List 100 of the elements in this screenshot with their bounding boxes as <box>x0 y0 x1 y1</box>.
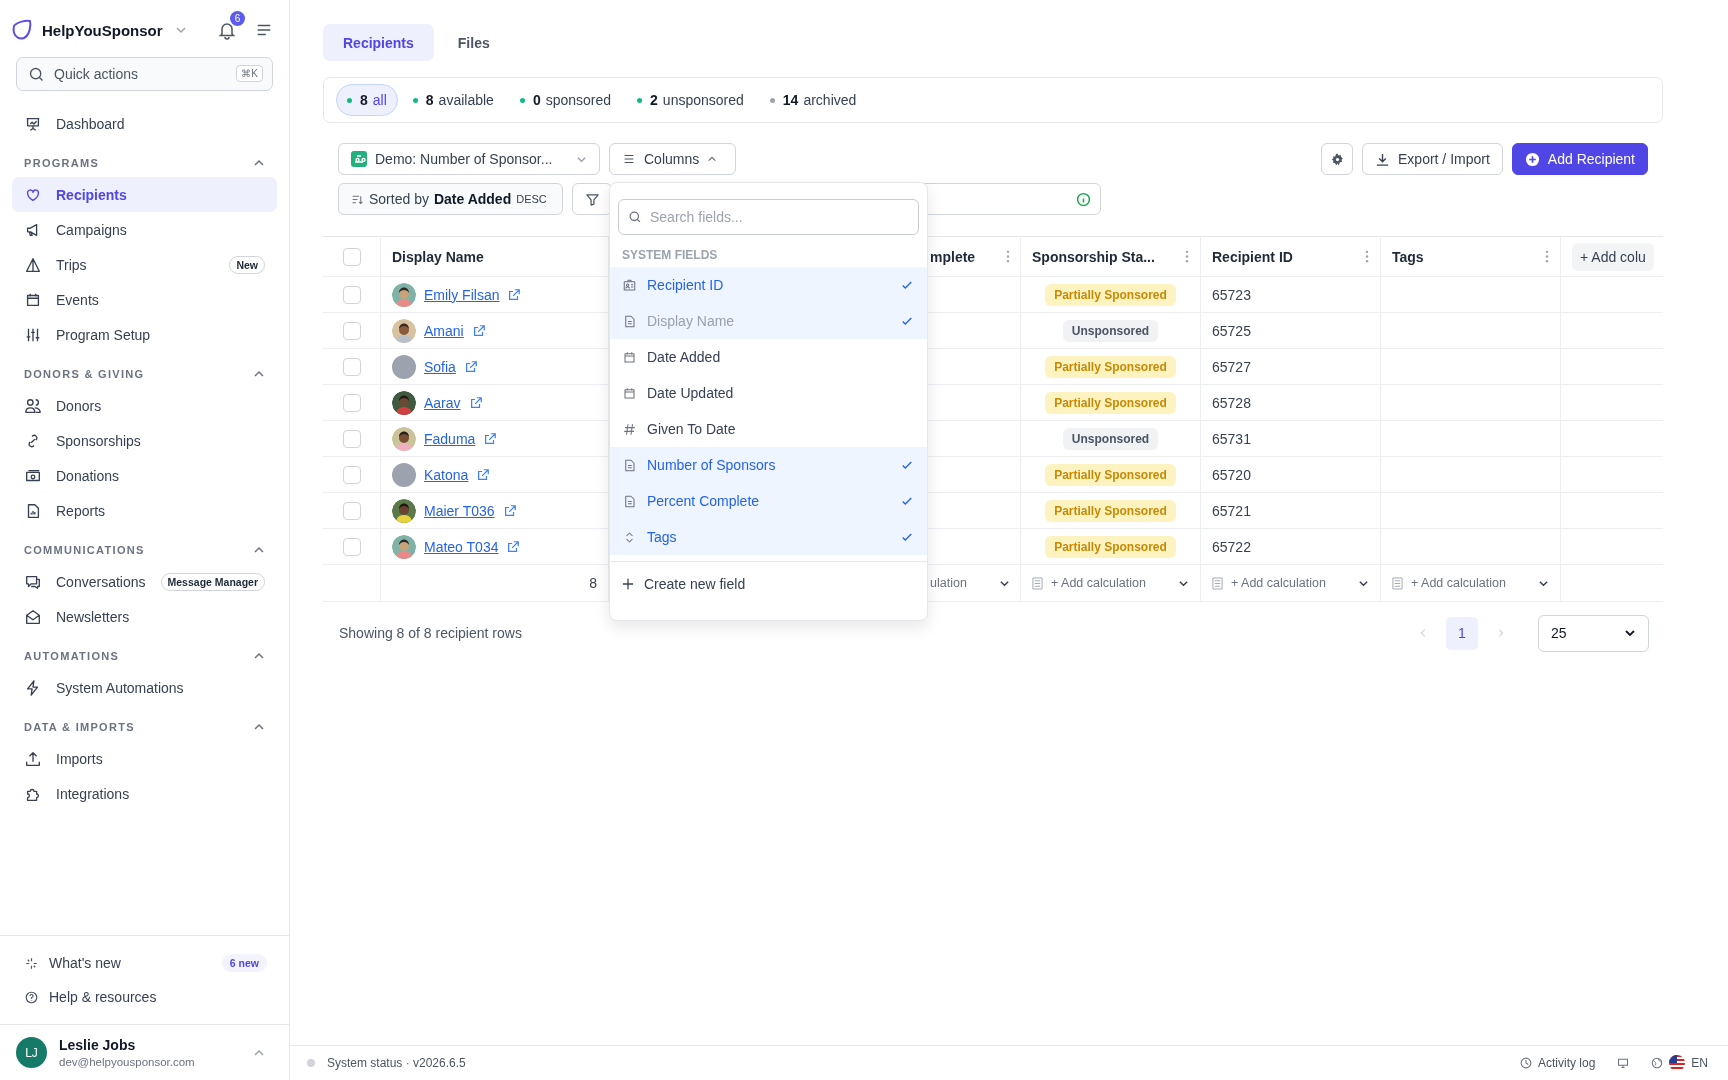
filter-chip[interactable]: 8 available <box>401 84 505 116</box>
status-badge: Unsponsored <box>1062 427 1159 450</box>
tab[interactable]: Recipients <box>323 24 434 61</box>
add-calculation-select[interactable]: + Add calculation <box>1231 576 1350 590</box>
row-checkbox[interactable] <box>342 393 361 412</box>
external-link-icon[interactable] <box>507 287 522 302</box>
field-option[interactable]: Given To Date <box>610 411 927 447</box>
row-checkbox[interactable] <box>342 285 361 304</box>
section-title: DONORS & GIVING <box>24 367 145 380</box>
table-cell: 65728 <box>1212 394 1251 411</box>
activity-log-link[interactable]: Activity log <box>1537 1056 1596 1070</box>
user-avatar[interactable]: LJ <box>16 1037 47 1068</box>
row-checkbox[interactable] <box>342 465 361 484</box>
export-import-button[interactable]: Export / Import <box>1362 143 1503 175</box>
sort-button[interactable]: Sorted by Date Added DESC <box>338 183 563 215</box>
monitor-icon[interactable] <box>1617 1057 1630 1069</box>
column-header[interactable]: Tags <box>1392 248 1424 265</box>
kebab-icon[interactable] <box>1545 250 1549 263</box>
nav-item[interactable]: Integrations <box>12 776 277 811</box>
settings-button[interactable] <box>1321 143 1353 175</box>
add-calculation-select[interactable]: + Add calculation <box>1411 576 1530 590</box>
external-link-icon[interactable] <box>502 503 517 518</box>
columns-button[interactable]: Columns <box>609 143 736 175</box>
recipient-link[interactable]: Sofia <box>424 358 456 375</box>
globe-icon[interactable] <box>1651 1057 1664 1069</box>
add-column-button[interactable]: + Add colu <box>1572 242 1654 271</box>
row-checkbox[interactable] <box>342 501 361 520</box>
recipient-link[interactable]: Amani <box>424 322 464 339</box>
field-option[interactable]: Percent Complete <box>610 483 927 519</box>
filter-chip[interactable]: 14 archived <box>758 84 868 116</box>
nav-item[interactable]: Campaigns <box>12 212 277 247</box>
filter-button[interactable] <box>572 183 612 215</box>
nav-item[interactable]: Program Setup <box>12 317 277 352</box>
column-header[interactable]: mplete <box>930 248 976 265</box>
chevron-icon <box>707 154 718 164</box>
column-header[interactable]: Display Name <box>392 248 484 265</box>
field-option[interactable]: Date Added <box>610 339 927 375</box>
recipient-link[interactable]: Katona <box>424 466 469 483</box>
plus-icon <box>622 578 634 590</box>
column-header[interactable]: Recipient ID <box>1212 248 1293 265</box>
section-title: AUTOMATIONS <box>24 649 120 662</box>
nav-item[interactable]: Donations <box>12 458 277 493</box>
nav-item[interactable]: Dashboard <box>12 106 277 141</box>
field-option[interactable]: Date Updated <box>610 375 927 411</box>
field-option[interactable]: Tags <box>610 519 927 555</box>
bell-icon[interactable] <box>217 20 237 40</box>
page-button[interactable]: 1 <box>1446 616 1478 650</box>
nav-item[interactable]: Sponsorships <box>12 423 277 458</box>
nav-item[interactable]: Trips New <box>12 247 277 282</box>
kebab-icon[interactable] <box>1185 250 1189 263</box>
select-all-checkbox[interactable] <box>342 247 361 266</box>
row-checkbox[interactable] <box>342 429 361 448</box>
document-icon <box>622 493 637 509</box>
footer-link[interactable]: What's new 6 new <box>24 946 267 980</box>
nav-item[interactable]: Imports <box>12 741 277 776</box>
sparkle-icon <box>24 955 39 971</box>
kebab-icon[interactable] <box>1006 250 1010 263</box>
column-header[interactable]: Sponsorship Sta... <box>1032 248 1155 265</box>
filter-chip[interactable]: 0 sponsored <box>508 84 623 116</box>
tab[interactable]: Files <box>437 24 510 61</box>
calculator-icon <box>1032 576 1043 590</box>
download-icon <box>1375 151 1390 167</box>
brand-name[interactable]: HelpYouSponsor <box>42 21 163 39</box>
recipient-link[interactable]: Emily Filsan <box>424 286 500 303</box>
footer-link[interactable]: Help & resources <box>24 980 267 1014</box>
nav-item[interactable]: Newsletters <box>12 599 277 634</box>
per-page-select[interactable]: 25 <box>1538 614 1649 652</box>
view-select[interactable]: Demo: Number of Sponsor... <box>338 143 600 175</box>
kebab-icon[interactable] <box>1365 250 1369 263</box>
add-calculation-select[interactable]: ulation <box>930 576 967 590</box>
create-field-button[interactable]: Create new field <box>610 566 927 602</box>
filter-chip[interactable]: 8 all <box>336 84 398 116</box>
nav-item[interactable]: Reports <box>12 493 277 528</box>
external-link-icon[interactable] <box>463 359 478 374</box>
search-fields-field[interactable]: Search fields... <box>618 199 919 235</box>
row-checkbox[interactable] <box>342 537 361 556</box>
external-link-icon[interactable] <box>476 467 491 482</box>
external-link-icon[interactable] <box>471 323 486 338</box>
nav-item[interactable]: Events <box>12 282 277 317</box>
nav-item[interactable]: System Automations <box>12 670 277 705</box>
field-option[interactable]: Number of Sponsors <box>610 447 927 483</box>
external-link-icon[interactable] <box>483 431 498 446</box>
nav-item[interactable]: Conversations Message Manager <box>12 564 277 599</box>
flag-icon[interactable] <box>1669 1055 1686 1071</box>
row-checkbox[interactable] <box>342 357 361 376</box>
row-checkbox[interactable] <box>342 321 361 340</box>
field-option[interactable]: Recipient ID <box>610 267 927 303</box>
filter-chip[interactable]: 2 unsponsored <box>626 84 755 116</box>
nav-item[interactable]: Recipients <box>12 177 277 212</box>
recipient-link[interactable]: Mateo T034 <box>424 538 499 555</box>
language-selector[interactable]: EN <box>1691 1056 1708 1070</box>
system-status[interactable]: System status · v2026.6.5 <box>327 1056 466 1070</box>
nav-item[interactable]: Donors <box>12 388 277 423</box>
recipient-link[interactable]: Faduma <box>424 430 476 447</box>
external-link-icon[interactable] <box>468 395 483 410</box>
recipient-link[interactable]: Maier T036 <box>424 502 495 519</box>
add-recipient-button[interactable]: Add Recipient <box>1511 143 1648 175</box>
recipient-link[interactable]: Aarav <box>424 394 461 411</box>
external-link-icon[interactable] <box>506 539 521 554</box>
add-calculation-select[interactable]: + Add calculation <box>1051 576 1170 590</box>
